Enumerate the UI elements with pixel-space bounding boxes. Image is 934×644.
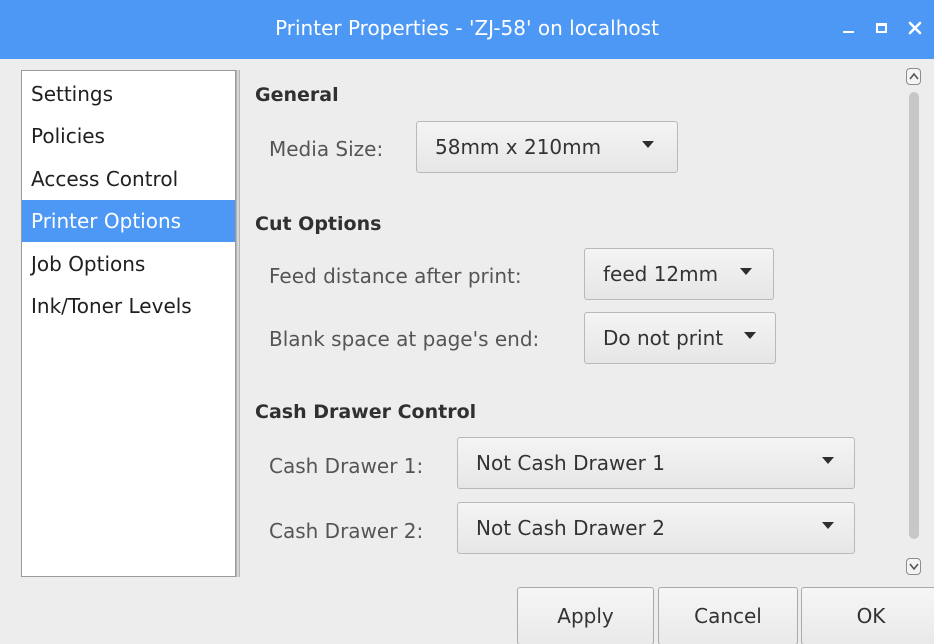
printer-options-panel: General Media Size: 58mm x 210mm Cut Opt… [240, 70, 905, 577]
cash-drawer-2-dropdown[interactable]: Not Cash Drawer 2 [457, 502, 855, 554]
scrollbar-thumb[interactable] [909, 92, 919, 539]
chevron-down-icon [909, 563, 919, 571]
section-heading-cash-drawer: Cash Drawer Control [255, 401, 477, 423]
section-heading-cut-options: Cut Options [255, 213, 382, 235]
chevron-down-icon [822, 457, 834, 464]
maximize-icon[interactable] [871, 17, 893, 39]
section-heading-general: General [255, 84, 339, 106]
ok-button[interactable]: OK [801, 587, 934, 644]
media-size-value: 58mm x 210mm [435, 135, 602, 159]
cash-drawer-2-value: Not Cash Drawer 2 [476, 516, 665, 540]
blank-space-label: Blank space at page's end: [269, 327, 540, 351]
chevron-up-icon [909, 72, 919, 80]
apply-button[interactable]: Apply [517, 587, 654, 644]
sidebar-item-policies[interactable]: Policies [22, 115, 235, 157]
sidebar-item-printer-options[interactable]: Printer Options [22, 200, 235, 242]
cash-drawer-2-label: Cash Drawer 2: [269, 519, 424, 543]
media-size-label: Media Size: [269, 137, 384, 161]
feed-distance-label: Feed distance after print: [269, 264, 522, 288]
title-bar[interactable]: Printer Properties - 'ZJ-58' on localhos… [0, 0, 934, 59]
cash-drawer-1-value: Not Cash Drawer 1 [476, 451, 665, 475]
sidebar-item-job-options[interactable]: Job Options [22, 243, 235, 285]
category-list[interactable]: Settings Policies Access Control Printer… [21, 70, 236, 577]
media-size-dropdown[interactable]: 58mm x 210mm [416, 121, 678, 173]
scroll-down-button[interactable] [906, 558, 921, 575]
close-icon[interactable] [904, 17, 926, 39]
cash-drawer-1-dropdown[interactable]: Not Cash Drawer 1 [457, 437, 855, 489]
blank-space-value: Do not print [603, 326, 724, 350]
cash-drawer-1-label: Cash Drawer 1: [269, 454, 424, 478]
window-title: Printer Properties - 'ZJ-58' on localhos… [275, 16, 659, 40]
blank-space-dropdown[interactable]: Do not print [584, 312, 776, 364]
cancel-button[interactable]: Cancel [658, 587, 798, 644]
chevron-down-icon [740, 268, 752, 275]
sidebar-item-ink-toner-levels[interactable]: Ink/Toner Levels [22, 285, 235, 327]
feed-distance-dropdown[interactable]: feed 12mm [584, 248, 774, 300]
chevron-down-icon [744, 332, 756, 339]
minimize-icon[interactable] [838, 17, 860, 39]
chevron-down-icon [822, 522, 834, 529]
chevron-down-icon [642, 141, 654, 148]
feed-distance-value: feed 12mm [603, 262, 719, 286]
sidebar-item-settings[interactable]: Settings [22, 73, 235, 115]
scroll-up-button[interactable] [906, 68, 921, 85]
sidebar-item-access-control[interactable]: Access Control [22, 158, 235, 200]
